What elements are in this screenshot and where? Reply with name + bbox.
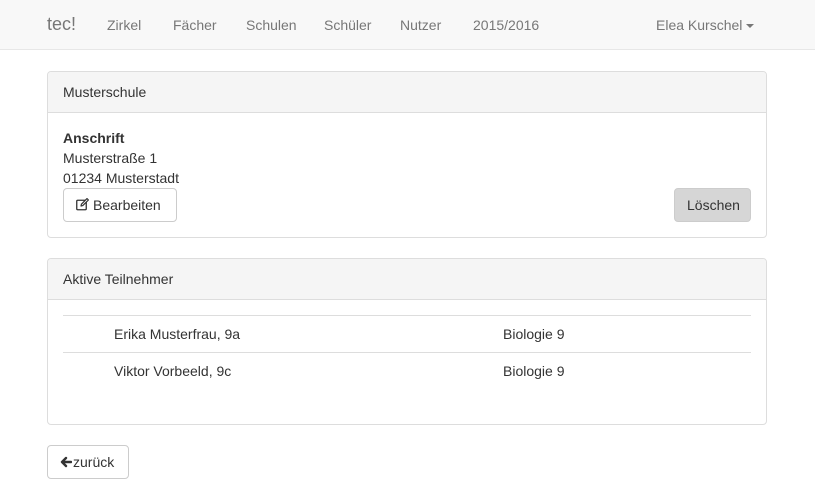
- brand-link[interactable]: tec!: [47, 14, 76, 35]
- school-panel-title: Musterschule: [48, 72, 766, 113]
- user-menu-dropdown[interactable]: Elea Kurschel: [656, 17, 755, 33]
- participant-course: Biologie 9: [503, 363, 565, 379]
- edit-icon: [76, 198, 89, 214]
- delete-button-label: Löschen: [687, 197, 740, 213]
- edit-button-label: Bearbeiten: [93, 197, 161, 213]
- arrow-left-icon: [60, 455, 73, 471]
- nav-item-faecher[interactable]: Fächer: [173, 17, 217, 33]
- top-navbar: tec! Zirkel Fächer Schulen Schüler Nutze…: [0, 0, 815, 50]
- address-street: Musterstraße 1: [63, 150, 158, 166]
- edit-button[interactable]: Bearbeiten: [63, 188, 177, 222]
- back-button[interactable]: zurück: [47, 445, 129, 479]
- table-row-divider: [63, 352, 751, 353]
- participants-panel: Aktive Teilnehmer Erika Musterfrau, 9a B…: [47, 258, 767, 425]
- back-button-label: zurück: [73, 454, 115, 470]
- participant-name: Erika Musterfrau, 9a: [114, 326, 241, 342]
- address-label: Anschrift: [63, 130, 125, 146]
- caret-down-icon: [746, 24, 755, 29]
- delete-button[interactable]: Löschen: [674, 188, 751, 222]
- nav-item-nutzer[interactable]: Nutzer: [400, 17, 441, 33]
- table-top-rule: [63, 315, 751, 316]
- participants-panel-title: Aktive Teilnehmer: [48, 259, 766, 300]
- school-panel: Musterschule Anschrift Musterstraße 1 01…: [47, 71, 767, 238]
- nav-item-schueler[interactable]: Schüler: [324, 17, 371, 33]
- nav-item-zirkel[interactable]: Zirkel: [107, 17, 141, 33]
- nav-item-schulen[interactable]: Schulen: [246, 17, 297, 33]
- participant-name: Viktor Vorbeeld, 9c: [114, 363, 232, 379]
- participant-course: Biologie 9: [503, 326, 565, 342]
- nav-item-school-year[interactable]: 2015/2016: [473, 17, 539, 33]
- user-name: Elea Kurschel: [656, 17, 743, 33]
- address-city: 01234 Musterstadt: [63, 170, 179, 186]
